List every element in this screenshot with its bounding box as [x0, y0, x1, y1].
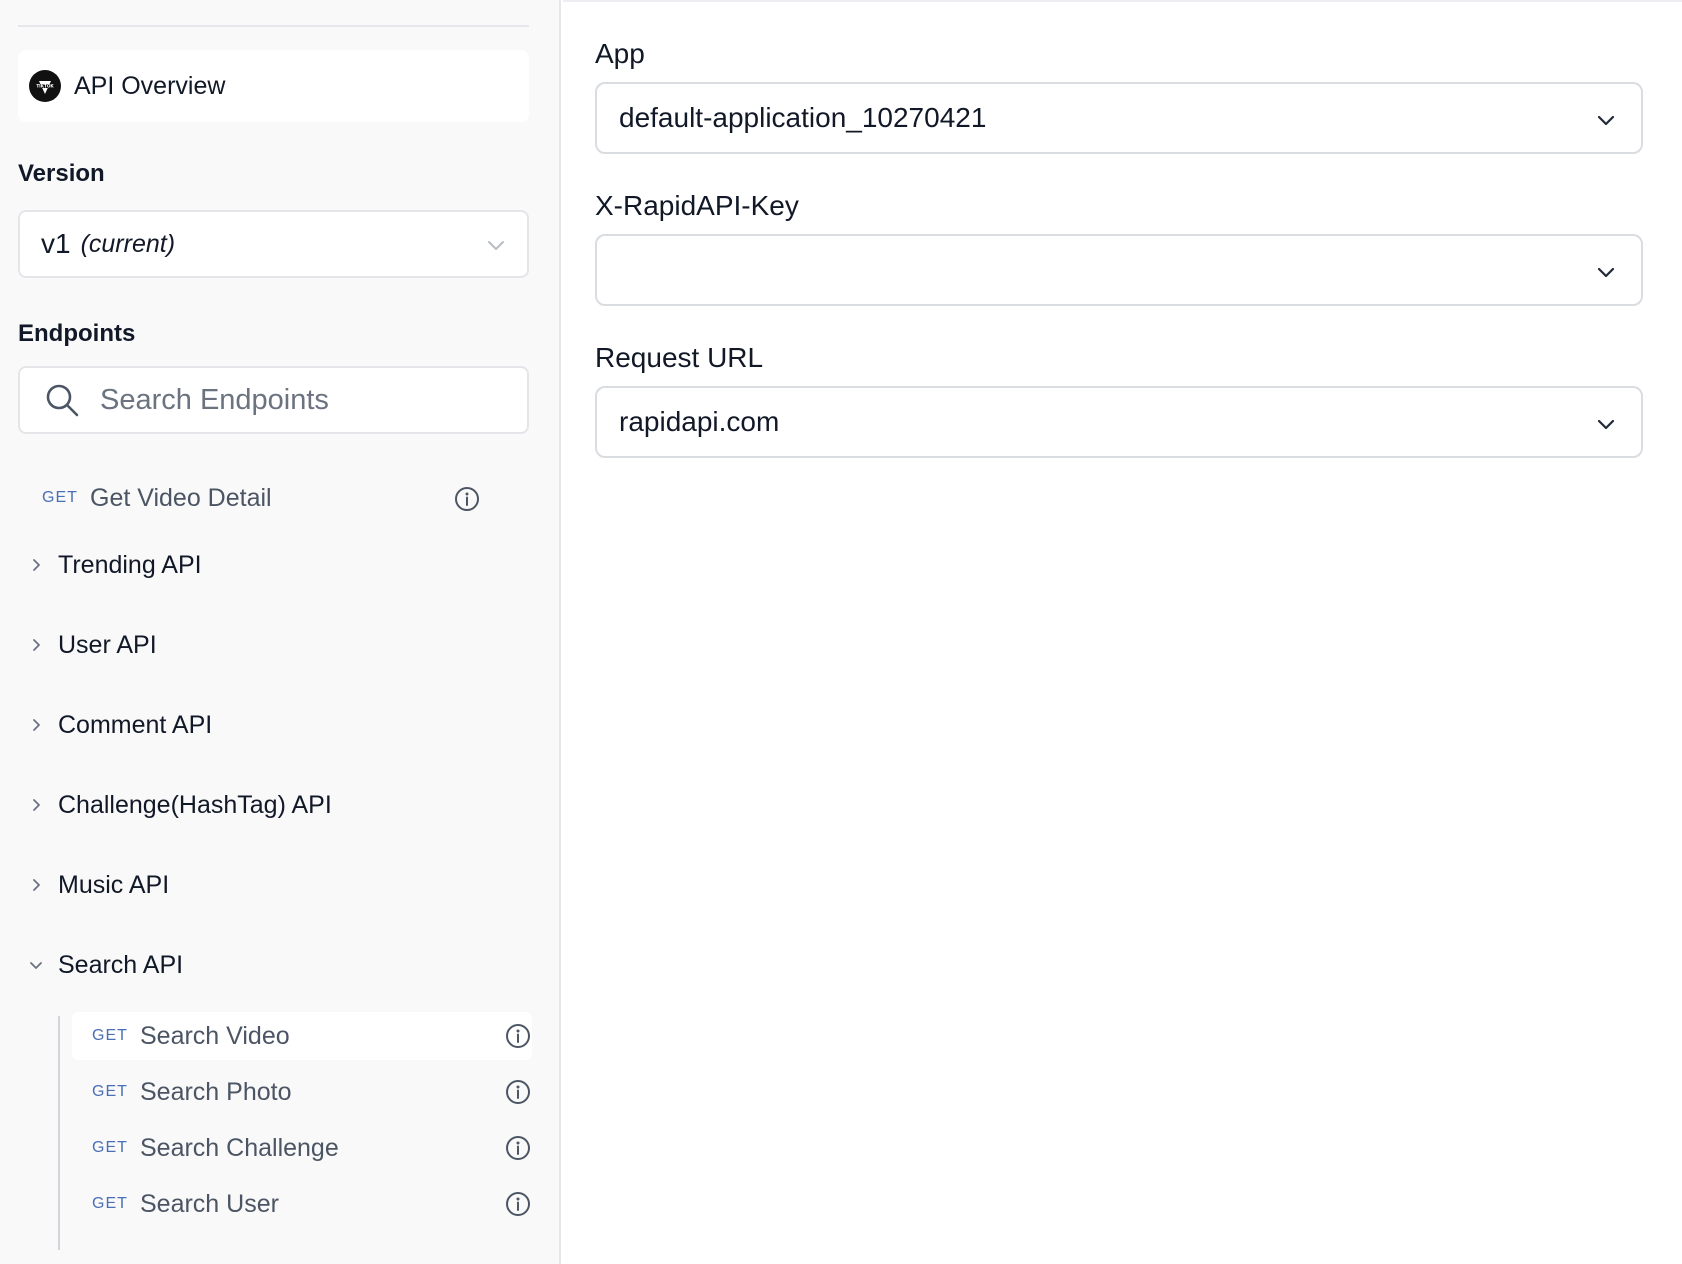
- search-endpoints-box: [18, 366, 529, 434]
- method-badge: GET: [92, 1195, 128, 1212]
- request-url-select[interactable]: rapidapi.com: [595, 386, 1643, 458]
- version-select[interactable]: v1 (current): [18, 210, 529, 278]
- group-label: User API: [58, 630, 157, 659]
- main-panel: App default-application_10270421 X-Rapid…: [563, 0, 1682, 1264]
- group-trending-api[interactable]: Trending API: [28, 540, 202, 590]
- info-icon[interactable]: [505, 1191, 531, 1217]
- api-overview-link[interactable]: TIKTOK API Overview: [18, 50, 529, 122]
- info-icon[interactable]: [505, 1135, 531, 1161]
- search-endpoints-input[interactable]: [100, 383, 500, 417]
- version-note: (current): [80, 229, 176, 258]
- rapidapi-key-label: X-RapidAPI-Key: [595, 190, 799, 221]
- app-select[interactable]: default-application_10270421: [595, 82, 1643, 154]
- chevron-right-icon: [33, 799, 40, 811]
- method-badge: GET: [92, 1027, 128, 1044]
- chevron-right-icon: [33, 719, 40, 731]
- method-badge: GET: [92, 1083, 128, 1100]
- tiktok-logo-icon: TIKTOK: [29, 70, 61, 102]
- endpoint-search-challenge[interactable]: GET Search Challenge: [92, 1124, 532, 1172]
- sidebar: TIKTOK API Overview Version v1 (current)…: [0, 0, 561, 1264]
- sidebar-divider: [18, 25, 529, 27]
- method-badge: GET: [92, 1139, 128, 1156]
- group-user-api[interactable]: User API: [28, 620, 157, 670]
- request-url-label: Request URL: [595, 342, 764, 373]
- endpoint-search-video[interactable]: GET Search Video: [92, 1012, 532, 1060]
- info-icon[interactable]: [505, 1023, 531, 1049]
- endpoint-label: Search Video: [140, 1021, 290, 1050]
- info-icon[interactable]: [454, 486, 480, 512]
- endpoint-search-user[interactable]: GET Search User: [92, 1180, 532, 1228]
- chevron-down-icon: [488, 241, 504, 250]
- group-search-api[interactable]: Search API: [28, 940, 183, 990]
- chevron-down-icon: [1597, 419, 1615, 430]
- version-value: v1: [41, 228, 71, 259]
- endpoint-label: Search Photo: [140, 1077, 292, 1106]
- endpoint-get-video-detail[interactable]: GET Get Video Detail: [42, 474, 492, 522]
- app-value: default-application_10270421: [619, 102, 987, 133]
- chevron-down-icon: [1597, 267, 1615, 278]
- search-icon: [46, 384, 79, 417]
- group-label: Trending API: [58, 550, 202, 579]
- chevron-right-icon: [33, 559, 40, 571]
- main-top-border: [563, 0, 1682, 2]
- api-overview-label: API Overview: [74, 71, 226, 100]
- rapidapi-key-select[interactable]: [595, 234, 1643, 306]
- method-badge: GET: [42, 489, 78, 506]
- group-label: Search API: [58, 950, 184, 979]
- group-label: Comment API: [58, 710, 213, 739]
- endpoint-label: Get Video Detail: [90, 483, 272, 512]
- version-heading: Version: [18, 160, 105, 187]
- chevron-down-icon: [1597, 115, 1615, 126]
- chevron-right-icon: [33, 879, 40, 891]
- endpoints-heading: Endpoints: [18, 320, 136, 347]
- group-comment-api[interactable]: Comment API: [28, 700, 212, 750]
- request-url-value: rapidapi.com: [619, 406, 780, 437]
- endpoint-search-photo[interactable]: GET Search Photo: [92, 1068, 532, 1116]
- info-icon[interactable]: [505, 1079, 531, 1105]
- endpoint-label: Search Challenge: [140, 1133, 339, 1162]
- group-label: Challenge(HashTag) API: [58, 790, 332, 819]
- app-label: App: [595, 38, 645, 69]
- group-challenge-api[interactable]: Challenge(HashTag) API: [28, 780, 332, 830]
- tree-guide-line: [58, 1016, 60, 1250]
- chevron-down-icon: [30, 962, 42, 969]
- chevron-right-icon: [33, 639, 40, 651]
- group-music-api[interactable]: Music API: [28, 860, 169, 910]
- endpoint-label: Search User: [140, 1189, 279, 1218]
- group-label: Music API: [58, 870, 170, 899]
- svg-text:TIKTOK: TIKTOK: [36, 84, 54, 89]
